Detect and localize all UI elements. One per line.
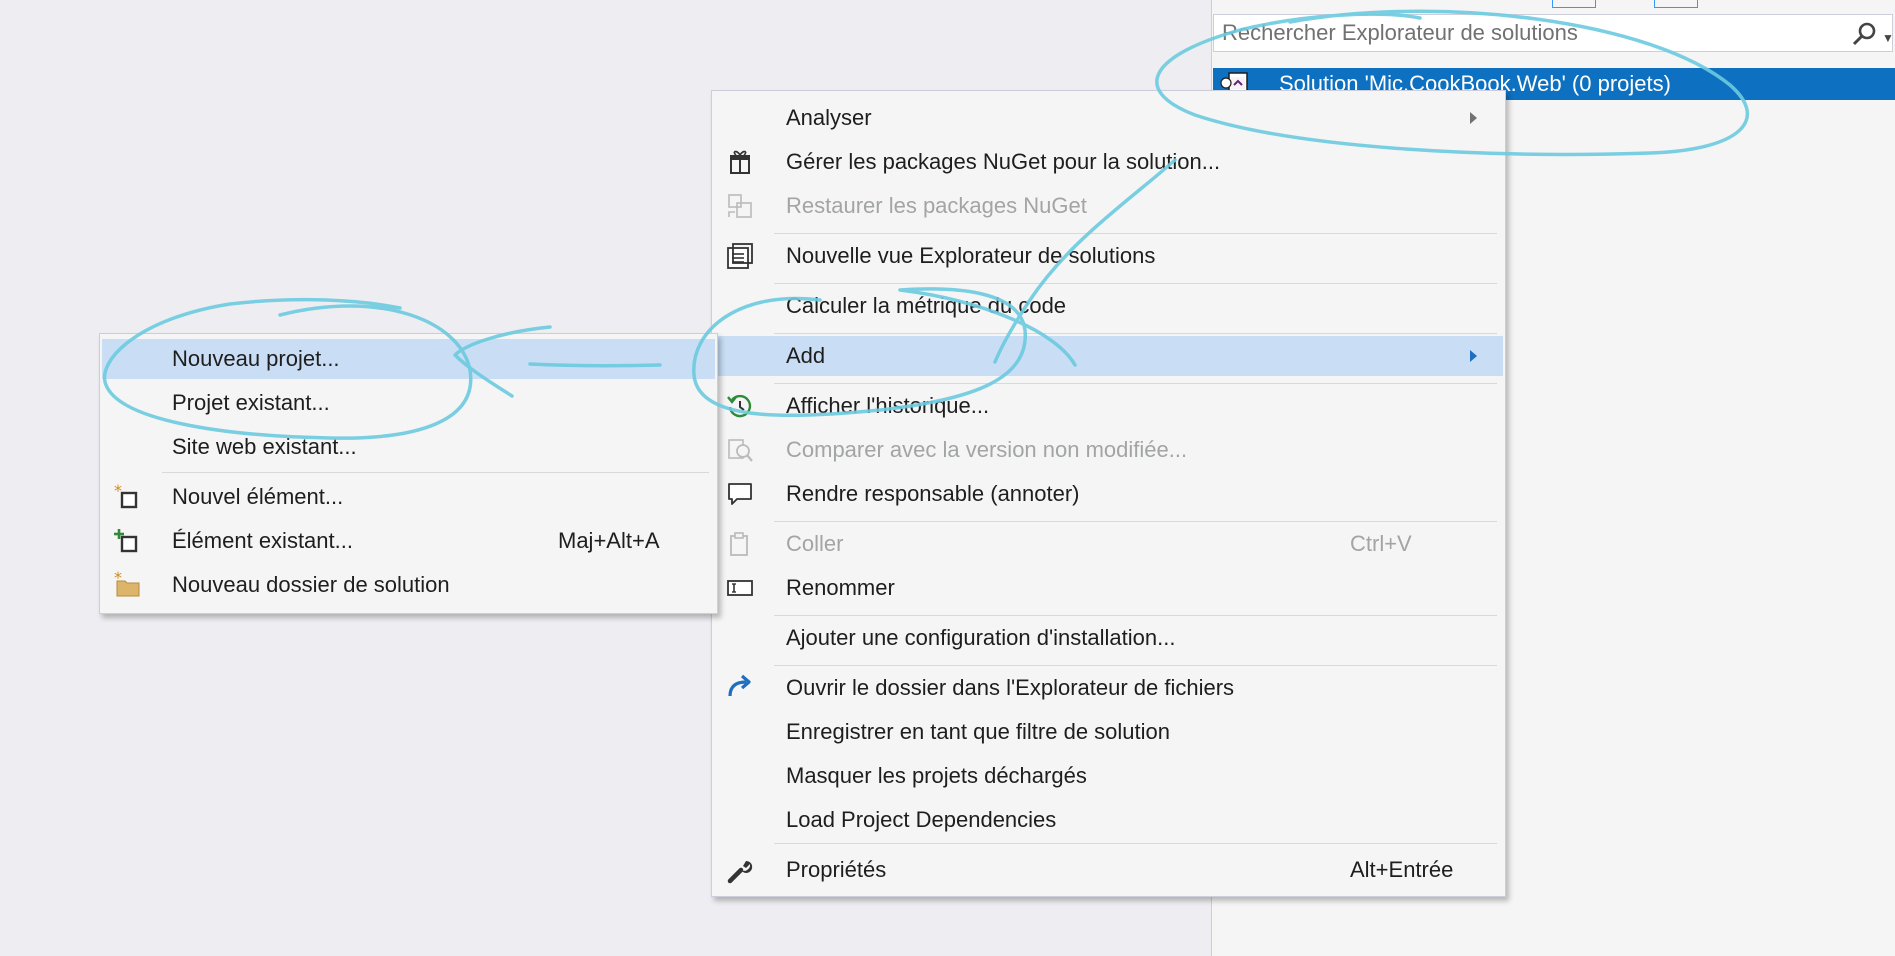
new-item-icon: * [114,483,138,509]
menu-separator [774,283,1497,284]
menu-item-save-filter[interactable]: Enregistrer en tant que filtre de soluti… [714,712,1503,752]
menu-item-open-folder[interactable]: Ouvrir le dossier dans l'Explorateur de … [714,668,1503,708]
menu-item-label: Load Project Dependencies [786,807,1057,832]
add-submenu: Nouveau projet... Projet existant... Sit… [99,333,718,614]
menu-item-rename[interactable]: Renommer [714,568,1503,608]
menu-item-shortcut: Alt+Entrée [1350,857,1454,882]
toolbar-button[interactable] [1552,0,1596,8]
restore-packages-icon [728,194,752,218]
menu-item-label: Nouveau dossier de solution [172,572,450,597]
search-icon[interactable] [1850,21,1878,47]
menu-item-label: Ouvrir le dossier dans l'Explorateur de … [786,675,1235,700]
menu-item-label: Gérer les packages NuGet pour la solutio… [786,149,1221,174]
search-box[interactable]: ▼ [1213,14,1894,52]
menu-item-properties[interactable]: Propriétés Alt+Entrée [714,850,1503,890]
menu-item-label: Site web existant... [172,434,357,459]
menu-item-hide-unloaded[interactable]: Masquer les projets déchargés [714,756,1503,796]
compare-icon [728,439,753,462]
submenu-item-existing-item[interactable]: Élément existant... Maj+Alt+A [102,521,715,561]
search-input[interactable] [1222,15,1832,51]
menu-item-label: Ajouter une configuration d'installation… [786,625,1176,650]
menu-item-label: Nouveau projet... [172,346,340,371]
menu-separator [774,233,1497,234]
menu-item-label: Add [786,343,826,368]
menu-item-analyser[interactable]: Analyser [714,98,1503,138]
menu-item-label: Enregistrer en tant que filtre de soluti… [786,719,1171,744]
submenu-arrow-icon [1470,350,1477,362]
menu-item-new-solution-view[interactable]: Nouvelle vue Explorateur de solutions [714,236,1503,276]
open-folder-arrow-icon [728,674,751,697]
menu-item-load-dependencies[interactable]: Load Project Dependencies [714,800,1503,840]
menu-item-label: Propriétés [786,857,887,882]
menu-separator [774,521,1497,522]
menu-item-label: Projet existant... [172,390,330,415]
svg-text:*: * [114,483,122,500]
submenu-item-existing-project[interactable]: Projet existant... [102,383,715,423]
svg-text:*: * [114,571,122,587]
toolbar-button[interactable] [1654,0,1698,8]
menu-item-add-install-config[interactable]: Ajouter une configuration d'installation… [714,618,1503,658]
menu-item-restore-nuget: Restaurer les packages NuGet [714,186,1503,226]
menu-separator [774,383,1497,384]
menu-item-label: Comparer avec la version non modifiée... [786,437,1188,462]
menu-item-label: Afficher l'historique... [786,393,990,418]
menu-item-label: Coller [786,531,844,556]
menu-item-shortcut: Maj+Alt+A [558,528,660,553]
submenu-arrow-icon [1470,112,1477,124]
paste-icon [730,532,748,556]
nuget-gift-icon [730,150,750,174]
menu-separator [774,843,1497,844]
submenu-item-new-project[interactable]: Nouveau projet... [102,339,715,379]
rename-icon [727,580,753,596]
menu-separator [774,615,1497,616]
menu-item-code-metrics[interactable]: Calculer la métrique du code [714,286,1503,326]
menu-separator [162,472,709,473]
menu-item-label: Analyser [786,105,872,130]
submenu-item-new-solution-folder[interactable]: * Nouveau dossier de solution [102,565,715,605]
submenu-item-new-item[interactable]: * Nouvel élément... [102,477,715,517]
solution-context-menu: Analyser Gérer les packages NuGet pour l… [711,90,1506,897]
menu-item-label: Masquer les projets déchargés [786,763,1087,788]
menu-separator [774,665,1497,666]
search-options-caret-icon[interactable]: ▼ [1882,31,1894,45]
menu-item-manage-nuget[interactable]: Gérer les packages NuGet pour la solutio… [714,142,1503,182]
new-solution-view-icon [727,243,753,269]
submenu-item-existing-website[interactable]: Site web existant... [102,427,715,467]
menu-item-label: Renommer [786,575,895,600]
history-icon [727,394,752,418]
new-solution-folder-icon: * [114,571,140,597]
annotate-bubble-icon [728,483,752,505]
menu-item-label: Élément existant... [172,528,353,553]
menu-item-annotate[interactable]: Rendre responsable (annoter) [714,474,1503,514]
menu-item-label: Calculer la métrique du code [786,293,1067,318]
menu-item-paste: Coller Ctrl+V [714,524,1503,564]
existing-item-icon [114,529,138,553]
wrench-icon [727,860,753,884]
menu-item-shortcut: Ctrl+V [1350,531,1412,556]
menu-item-label: Restaurer les packages NuGet [786,193,1087,218]
menu-item-label: Nouvel élément... [172,484,344,509]
menu-separator [774,333,1497,334]
menu-item-compare: Comparer avec la version non modifiée... [714,430,1503,470]
menu-item-label: Nouvelle vue Explorateur de solutions [786,243,1156,268]
menu-item-add[interactable]: Add [714,336,1503,376]
menu-item-view-history[interactable]: Afficher l'historique... [714,386,1503,426]
menu-item-label: Rendre responsable (annoter) [786,481,1080,506]
